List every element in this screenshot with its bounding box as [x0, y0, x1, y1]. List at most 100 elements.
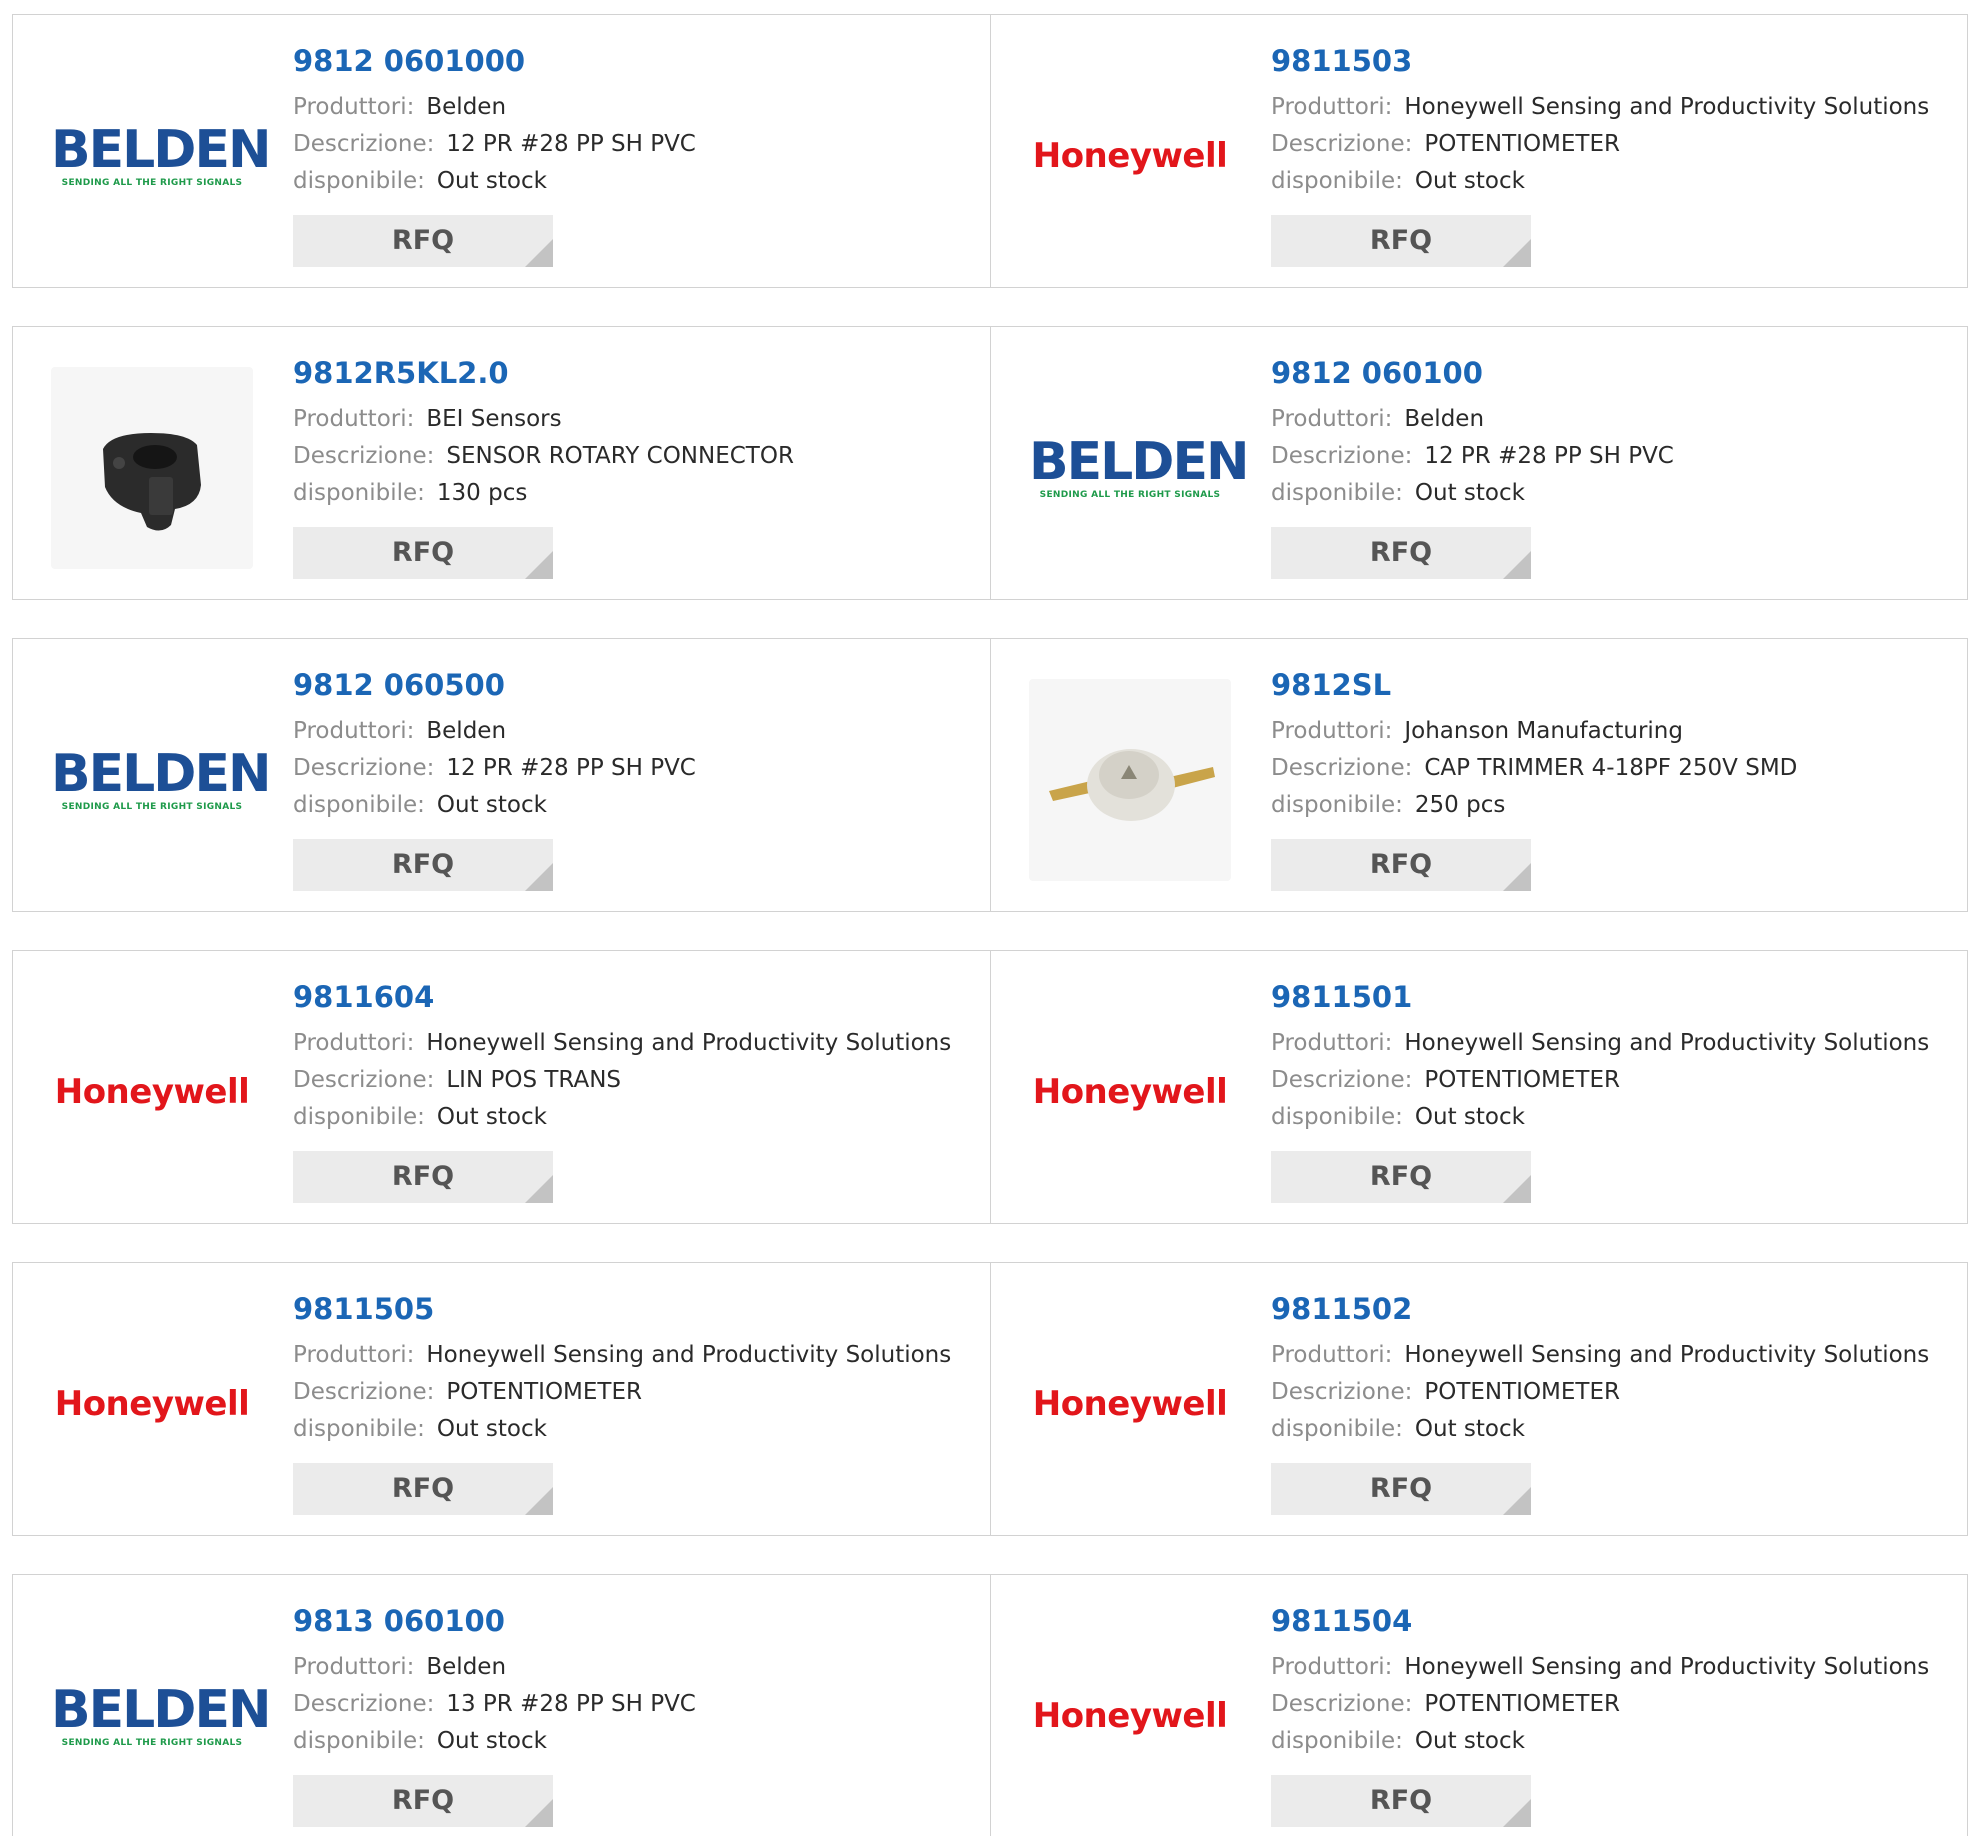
description-label: Descrizione:: [293, 755, 435, 781]
part-number-link[interactable]: 9811501: [1271, 979, 1929, 1015]
rfq-button[interactable]: RFQ: [1271, 1151, 1531, 1203]
description-label: Descrizione:: [1271, 443, 1413, 469]
availability-label: disponibile:: [293, 480, 425, 506]
rfq-button[interactable]: RFQ: [293, 1151, 553, 1203]
belden-logo-tagline: SENDING ALL THE RIGHT SIGNALS: [61, 802, 243, 812]
product-info: 9812R5KL2.0 Produttori: BEI Sensors Descr…: [293, 355, 794, 512]
part-number-link[interactable]: 9811604: [293, 979, 951, 1015]
product-info: 9811604 Produttori: Honeywell Sensing and…: [293, 979, 951, 1136]
rfq-button[interactable]: RFQ: [1271, 1775, 1531, 1827]
producer-value: Honeywell Sensing and Productivity Solut…: [1404, 1342, 1930, 1368]
product-image[interactable]: [1029, 679, 1231, 881]
description-row: Descrizione: POTENTIOMETER: [1271, 1374, 1929, 1411]
producer-label: Produttori:: [293, 1342, 415, 1368]
rfq-label: RFQ: [1369, 849, 1433, 880]
product-image[interactable]: [51, 367, 253, 569]
producer-value: Belden: [426, 718, 507, 744]
rfq-button[interactable]: RFQ: [1271, 839, 1531, 891]
rfq-button[interactable]: RFQ: [1271, 1463, 1531, 1515]
part-number-link[interactable]: 9811505: [293, 1291, 951, 1327]
honeywell-logo: Honeywell: [54, 1072, 250, 1112]
product-image[interactable]: BELDEN SENDING ALL THE RIGHT SIGNALS: [51, 55, 272, 257]
availability-row: disponibile: Out stock: [1271, 163, 1929, 200]
description-label: Descrizione:: [293, 1379, 435, 1405]
producer-label: Produttori:: [1271, 1654, 1393, 1680]
belden-logo: BELDEN SENDING ALL THE RIGHT SIGNALS: [1029, 435, 1250, 501]
rfq-label: RFQ: [391, 1161, 455, 1192]
part-number-link[interactable]: 9811504: [1271, 1603, 1929, 1639]
product-image[interactable]: BELDEN SENDING ALL THE RIGHT SIGNALS: [1029, 367, 1250, 569]
product-image[interactable]: BELDEN SENDING ALL THE RIGHT SIGNALS: [51, 1615, 272, 1817]
product-info: 9811503 Produttori: Honeywell Sensing and…: [1271, 43, 1929, 200]
description-row: Descrizione: LIN POS TRANS: [293, 1062, 951, 1099]
part-number-link[interactable]: 9812 060500: [293, 667, 696, 703]
rfq-label: RFQ: [391, 1473, 455, 1504]
honeywell-logo: Honeywell: [1032, 1384, 1228, 1424]
product-image[interactable]: Honeywell: [51, 1303, 253, 1505]
description-value: 12 PR #28 PP SH PVC: [446, 131, 696, 157]
rfq-button[interactable]: RFQ: [1271, 527, 1531, 579]
corner-triangle-icon: [1503, 863, 1531, 891]
rfq-label: RFQ: [391, 537, 455, 568]
producer-label: Produttori:: [1271, 94, 1393, 120]
part-number-link[interactable]: 9811502: [1271, 1291, 1929, 1327]
belden-logo-tagline: SENDING ALL THE RIGHT SIGNALS: [61, 1738, 243, 1748]
producer-label: Produttori:: [293, 406, 415, 432]
producer-label: Produttori:: [293, 1030, 415, 1056]
producer-label: Produttori:: [293, 1654, 415, 1680]
product-row: Honeywell 9811604 Produttori: Honeywell S…: [12, 950, 1968, 1224]
part-number-link[interactable]: 9812 0601000: [293, 43, 696, 79]
producer-row: Produttori: Honeywell Sensing and Product…: [1271, 1649, 1929, 1686]
rfq-button[interactable]: RFQ: [293, 1463, 553, 1515]
availability-row: disponibile: Out stock: [1271, 1723, 1929, 1760]
rfq-button[interactable]: RFQ: [293, 1775, 553, 1827]
description-label: Descrizione:: [1271, 131, 1413, 157]
producer-label: Produttori:: [293, 718, 415, 744]
product-info: 9812 060500 Produttori: Belden Descrizion…: [293, 667, 696, 824]
availability-label: disponibile:: [293, 1104, 425, 1130]
description-label: Descrizione:: [1271, 1379, 1413, 1405]
producer-value: Honeywell Sensing and Productivity Solut…: [426, 1342, 952, 1368]
producer-value: Honeywell Sensing and Productivity Solut…: [426, 1030, 952, 1056]
availability-value: Out stock: [436, 168, 547, 194]
part-number-link[interactable]: 9813 060100: [293, 1603, 696, 1639]
producer-value: Belden: [1404, 406, 1485, 432]
availability-row: disponibile: Out stock: [1271, 1099, 1929, 1136]
product-image[interactable]: Honeywell: [1029, 55, 1231, 257]
availability-label: disponibile:: [293, 792, 425, 818]
rfq-button[interactable]: RFQ: [293, 839, 553, 891]
availability-value: 250 pcs: [1414, 792, 1506, 818]
product-info: 9811501 Produttori: Honeywell Sensing and…: [1271, 979, 1929, 1136]
product-image[interactable]: Honeywell: [1029, 1303, 1231, 1505]
part-number-link[interactable]: 9812 060100: [1271, 355, 1674, 391]
availability-label: disponibile:: [1271, 1728, 1403, 1754]
producer-row: Produttori: Honeywell Sensing and Product…: [1271, 1025, 1929, 1062]
description-row: Descrizione: SENSOR ROTARY CONNECTOR: [293, 438, 794, 475]
product-image[interactable]: BELDEN SENDING ALL THE RIGHT SIGNALS: [51, 679, 272, 881]
product-card: BELDEN SENDING ALL THE RIGHT SIGNALS 9812…: [13, 15, 990, 287]
description-row: Descrizione: CAP TRIMMER 4-18PF 250V SMD: [1271, 750, 1797, 787]
part-number-link[interactable]: 9812R5KL2.0: [293, 355, 794, 391]
producer-label: Produttori:: [1271, 406, 1393, 432]
product-row: BELDEN SENDING ALL THE RIGHT SIGNALS 9812…: [12, 14, 1968, 288]
availability-value: Out stock: [1414, 1728, 1525, 1754]
availability-row: disponibile: 250 pcs: [1271, 787, 1797, 824]
part-number-link[interactable]: 9812SL: [1271, 667, 1797, 703]
product-card: Honeywell 9811505 Produttori: Honeywell S…: [13, 1263, 990, 1535]
corner-triangle-icon: [525, 1487, 553, 1515]
rfq-button[interactable]: RFQ: [293, 215, 553, 267]
description-value: POTENTIOMETER: [1424, 131, 1620, 157]
product-image[interactable]: Honeywell: [1029, 991, 1231, 1193]
rfq-label: RFQ: [1369, 1785, 1433, 1816]
product-image[interactable]: Honeywell: [1029, 1615, 1231, 1817]
part-number-link[interactable]: 9811503: [1271, 43, 1929, 79]
product-info: 9811502 Produttori: Honeywell Sensing and…: [1271, 1291, 1929, 1448]
rfq-button[interactable]: RFQ: [293, 527, 553, 579]
belden-logo: BELDEN SENDING ALL THE RIGHT SIGNALS: [51, 123, 272, 189]
rfq-button[interactable]: RFQ: [1271, 215, 1531, 267]
product-card: Honeywell 9811502 Produttori: Honeywell S…: [990, 1263, 1967, 1535]
rfq-label: RFQ: [1369, 225, 1433, 256]
product-info: 9811505 Produttori: Honeywell Sensing and…: [293, 1291, 951, 1448]
availability-label: disponibile:: [1271, 792, 1403, 818]
product-image[interactable]: Honeywell: [51, 991, 253, 1193]
